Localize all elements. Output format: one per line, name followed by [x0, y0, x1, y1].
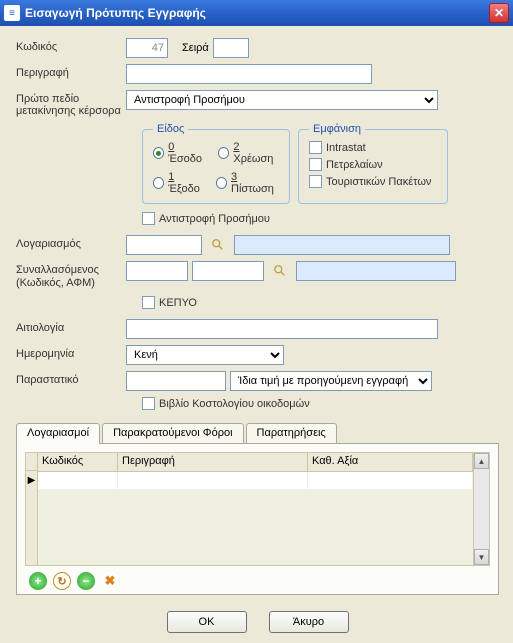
type-radio-2[interactable]: 2 Χρέωση [218, 141, 279, 165]
description-input[interactable] [126, 64, 372, 84]
counterparty-code-input[interactable] [126, 261, 188, 281]
code-input[interactable] [126, 38, 168, 58]
app-icon: ≡ [4, 5, 20, 21]
tab-panel: ▶ Κωδικός Περιγραφή Καθ. Αξία ▲ [16, 443, 499, 595]
checkbox-icon [309, 175, 322, 188]
radio-icon [153, 147, 164, 159]
scroll-up-icon[interactable]: ▲ [474, 453, 489, 469]
counterparty-vat-input[interactable] [192, 261, 264, 281]
type-radio-0[interactable]: 0 Έσοδο [153, 141, 208, 165]
tabs: Λογαριασμοί Παρακρατούμενοι Φόροι Παρατη… [16, 422, 499, 443]
titlebar: ≡ Εισαγωγή Πρότυπης Εγγραφής ✕ [0, 0, 513, 26]
radio-icon [216, 177, 227, 189]
code-label: Κωδικός [16, 38, 126, 53]
window-title: Εισαγωγή Πρότυπης Εγγραφής [25, 6, 489, 20]
scroll-down-icon[interactable]: ▼ [474, 549, 489, 565]
date-select[interactable]: Κενή [126, 345, 284, 365]
tab-notes[interactable]: Παρατηρήσεις [246, 423, 337, 444]
grid-rowmarker: ▶ [26, 453, 38, 565]
checkbox-icon [309, 141, 322, 154]
date-label: Ημερομηνία [16, 345, 126, 360]
type-radio-3[interactable]: 3 Πίστωση [216, 171, 279, 195]
account-display [234, 235, 450, 255]
firstfield-select[interactable]: Αντιστροφή Προσήμου [126, 90, 438, 110]
remove-icon[interactable]: − [77, 572, 95, 590]
firstfield-label: Πρώτο πεδίο μετακίνησης κέρσορα [16, 90, 126, 117]
checkbox-icon [142, 397, 155, 410]
cancel-button[interactable]: Άκυρο [269, 611, 349, 633]
voucher-select[interactable]: Ίδια τιμή με προηγούμενη εγγραφή [230, 371, 432, 391]
sign-reversal-check[interactable]: Αντιστροφή Προσήμου [142, 212, 499, 225]
type-radio-1[interactable]: 1 Έξοδο [153, 171, 206, 195]
appearance-intrastat[interactable]: Intrastat [309, 141, 437, 154]
tab-accounts[interactable]: Λογαριασμοί [16, 423, 100, 444]
close-button[interactable]: ✕ [489, 3, 509, 23]
search-icon[interactable] [272, 263, 288, 279]
grid[interactable]: ▶ Κωδικός Περιγραφή Καθ. Αξία ▲ [25, 452, 490, 566]
checkbox-icon [142, 296, 155, 309]
grid-header: Κωδικός Περιγραφή Καθ. Αξία [38, 453, 473, 472]
counterparty-label: Συναλλασόμενος (Κωδικός, ΑΦΜ) [16, 261, 126, 290]
justification-input[interactable] [126, 319, 438, 339]
delete-icon[interactable]: ✖ [101, 572, 119, 590]
series-input[interactable] [213, 38, 249, 58]
justification-label: Αιτιολογία [16, 319, 126, 334]
series-label: Σειρά [182, 42, 209, 54]
checkbox-icon [309, 158, 322, 171]
grid-toolbar: + ↻ − ✖ [25, 572, 490, 590]
account-input[interactable] [126, 235, 202, 255]
kepyo-check[interactable]: ΚΕΠΥΟ [142, 296, 499, 309]
scrollbar-vertical[interactable]: ▲ ▼ [473, 453, 489, 565]
account-label: Λογαριασμός [16, 235, 126, 250]
type-fieldset: Είδος 0 Έσοδο 2 Χρέωση 1 Έξοδο 3 [142, 123, 290, 204]
appearance-fieldset: Εμφάνιση Intrastat Πετρελαίων Τουριστικώ… [298, 123, 448, 204]
type-legend: Είδος [153, 123, 188, 135]
counterparty-display [296, 261, 456, 281]
current-row-indicator: ▶ [26, 471, 37, 489]
grid-col-code[interactable]: Κωδικός [38, 453, 118, 471]
appearance-legend: Εμφάνιση [309, 123, 365, 135]
checkbox-icon [142, 212, 155, 225]
add-icon[interactable]: + [29, 572, 47, 590]
grid-col-desc[interactable]: Περιγραφή [118, 453, 308, 471]
appearance-oil[interactable]: Πετρελαίων [309, 158, 437, 171]
appearance-tourism[interactable]: Τουριστικών Πακέτων [309, 175, 437, 188]
grid-col-net[interactable]: Καθ. Αξία [308, 453, 473, 471]
voucher-input[interactable] [126, 371, 226, 391]
description-label: Περιγραφή [16, 64, 126, 79]
buildingcost-check[interactable]: Βιβλίο Κοστολογίου οικοδομών [142, 397, 499, 410]
refresh-icon[interactable]: ↻ [53, 572, 71, 590]
ok-button[interactable]: OK [167, 611, 247, 633]
voucher-label: Παραστατικό [16, 371, 126, 386]
radio-icon [153, 177, 164, 189]
search-icon[interactable] [210, 237, 226, 253]
table-row[interactable] [38, 472, 473, 490]
tab-taxes[interactable]: Παρακρατούμενοι Φόροι [102, 423, 243, 444]
radio-icon [218, 147, 229, 159]
